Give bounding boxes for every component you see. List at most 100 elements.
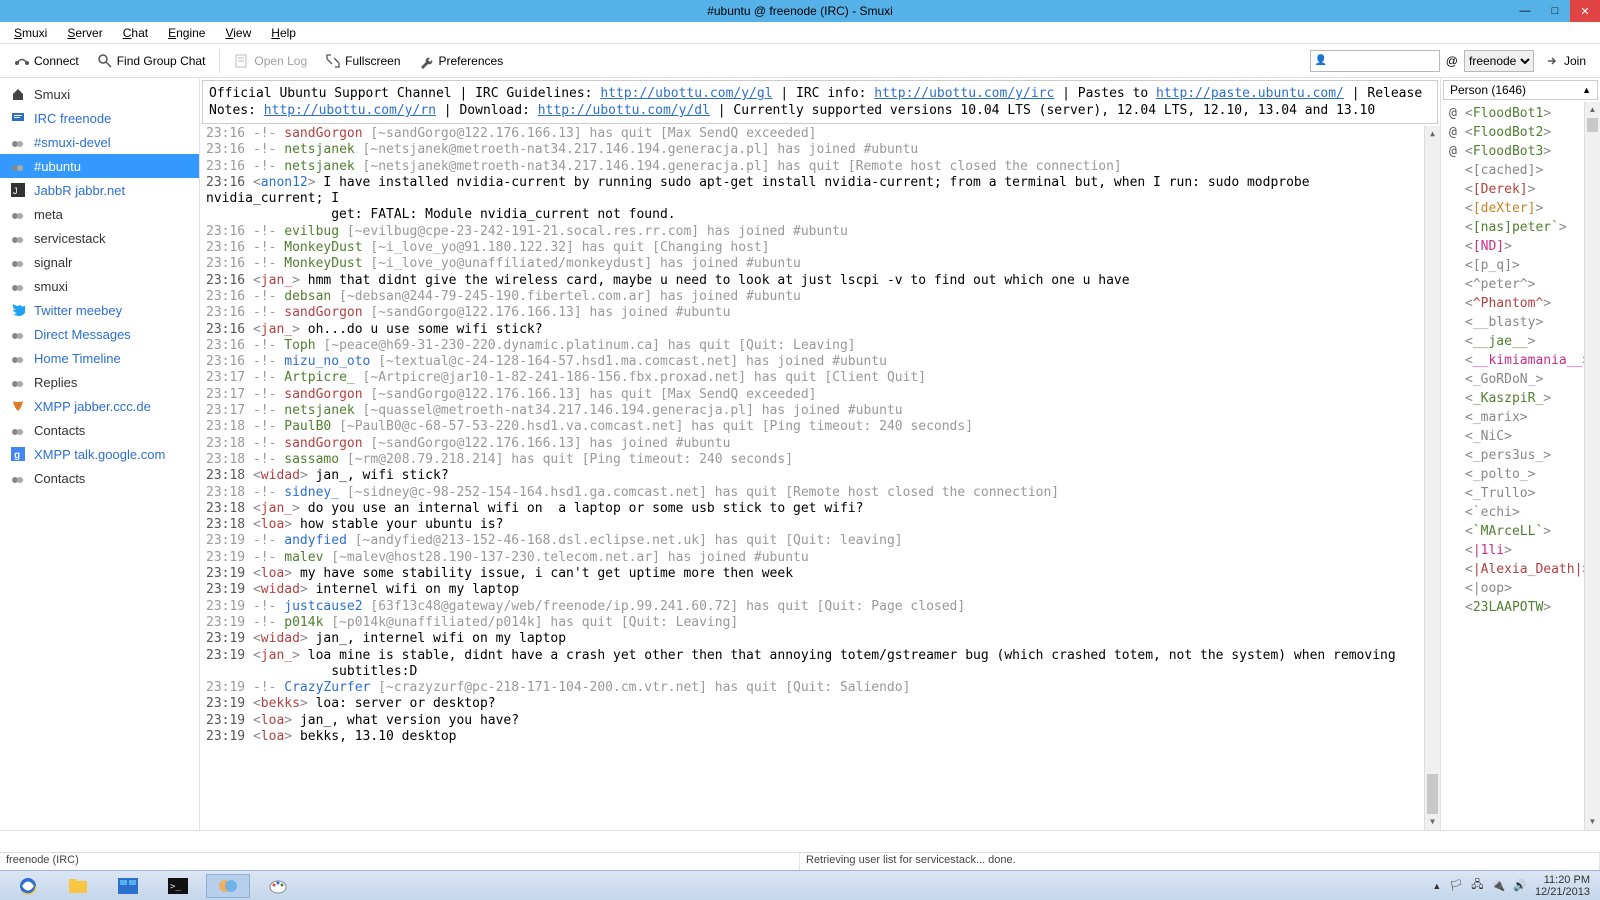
find-group-chat-button[interactable]: Find Group Chat	[89, 49, 214, 73]
sidebar-item[interactable]: Direct Messages	[0, 322, 199, 346]
tray-battery-icon[interactable]: 🔌	[1492, 879, 1506, 892]
user-row[interactable]: <`MArceLL`>	[1441, 522, 1600, 541]
topic-link[interactable]: http://paste.ubuntu.com/	[1156, 86, 1344, 101]
fullscreen-button[interactable]: Fullscreen	[317, 49, 408, 73]
user-row[interactable]: <__jae__>	[1441, 332, 1600, 351]
user-row[interactable]: <_pers3us_>	[1441, 446, 1600, 465]
scroll-thumb[interactable]	[1427, 774, 1438, 814]
user-row[interactable]: <[nas]peter`>	[1441, 218, 1600, 237]
sidebar-item[interactable]: Replies	[0, 370, 199, 394]
sidebar-item-label: Replies	[34, 375, 77, 390]
user-row[interactable]: @<FloodBot1>	[1441, 104, 1600, 123]
sidebar-item[interactable]: gXMPP talk.google.com	[0, 442, 199, 466]
user-list-header[interactable]: Person (1646) ▲	[1443, 80, 1598, 100]
tray-network-icon[interactable]: 🖧	[1471, 876, 1483, 895]
taskbar-app1[interactable]	[106, 874, 150, 898]
sidebar-item[interactable]: #smuxi-devel	[0, 130, 199, 154]
sidebar-item[interactable]: IRC freenode	[0, 106, 199, 130]
user-row[interactable]: <`echi>	[1441, 503, 1600, 522]
sidebar-item[interactable]: JJabbR jabbr.net	[0, 178, 199, 202]
user-row[interactable]: <__kimiamania__>	[1441, 351, 1600, 370]
sidebar-item[interactable]: XMPP jabber.ccc.de	[0, 394, 199, 418]
sidebar-item[interactable]: servicestack	[0, 226, 199, 250]
user-row[interactable]: <_NiC>	[1441, 427, 1600, 446]
user-row[interactable]: <^Phantom^>	[1441, 294, 1600, 313]
sidebar-item[interactable]: Smuxi	[0, 82, 199, 106]
user-row[interactable]: @<FloodBot2>	[1441, 123, 1600, 142]
taskbar-explorer[interactable]	[56, 874, 100, 898]
connect-button[interactable]: Connect	[6, 49, 87, 73]
sidebar-item[interactable]: meta	[0, 202, 199, 226]
user-row[interactable]: <_GoRDoN_>	[1441, 370, 1600, 389]
sidebar-item-label: Twitter meebey	[34, 303, 122, 318]
scroll-down-icon[interactable]: ▼	[1585, 814, 1600, 830]
people-icon	[10, 470, 26, 486]
close-button[interactable]: ✕	[1570, 0, 1600, 22]
scroll-up-icon[interactable]: ▲	[1585, 102, 1600, 118]
user-row[interactable]: <[p_q]>	[1441, 256, 1600, 275]
user-row[interactable]: <[ND]>	[1441, 237, 1600, 256]
chat-line: 23:19 <jan_> loa mine is stable, didnt h…	[206, 648, 1434, 681]
user-row[interactable]: <[cached]>	[1441, 161, 1600, 180]
topic-link[interactable]: http://ubottu.com/y/irc	[874, 86, 1054, 101]
user-row[interactable]: <|Alexia_Death|>	[1441, 560, 1600, 579]
network-select[interactable]: freenode	[1464, 50, 1534, 72]
user-row[interactable]: <[deXter]>	[1441, 199, 1600, 218]
user-row[interactable]: <_polto_>	[1441, 465, 1600, 484]
message-input[interactable]	[4, 833, 1596, 851]
chat-line: 23:18 -!- sassamo [~rm@208.79.218.214] h…	[206, 452, 1434, 468]
chat-line: 23:18 -!- PaulB0 [~PaulB0@c-68-57-53-220…	[206, 419, 1434, 435]
scroll-down-icon[interactable]: ▼	[1425, 814, 1440, 830]
menu-help[interactable]: Help	[263, 24, 304, 42]
scroll-up-icon[interactable]: ▲	[1425, 126, 1440, 142]
user-row[interactable]: <_marix>	[1441, 408, 1600, 427]
sidebar-item-label: Home Timeline	[34, 351, 121, 366]
user-row[interactable]: <__blasty>	[1441, 313, 1600, 332]
scroll-thumb[interactable]	[1587, 118, 1598, 132]
chat-log[interactable]: 23:16 -!- sandGorgon [~sandGorgo@122.176…	[200, 126, 1440, 830]
topic-link[interactable]: http://ubottu.com/y/gl	[600, 86, 772, 101]
maximize-button[interactable]: □	[1540, 0, 1570, 22]
user-search-input[interactable]: 👤	[1310, 50, 1440, 72]
open-log-button[interactable]: Open Log	[226, 49, 315, 73]
sidebar-item[interactable]: Contacts	[0, 418, 199, 442]
sidebar-item[interactable]: Twitter meebey	[0, 298, 199, 322]
topic-link[interactable]: http://ubottu.com/y/dl	[538, 103, 710, 118]
user-list[interactable]: @<FloodBot1>@<FloodBot2>@<FloodBot3><[ca…	[1441, 102, 1600, 830]
join-button[interactable]: Join	[1536, 49, 1594, 73]
sidebar-item[interactable]: Home Timeline	[0, 346, 199, 370]
tray-flag-icon[interactable]: 🏳	[1449, 879, 1463, 892]
userlist-scrollbar[interactable]: ▲ ▼	[1584, 102, 1600, 830]
taskbar-terminal[interactable]: >_	[156, 874, 200, 898]
chat-line: 23:19 <loa> bekks, 13.10 desktop	[206, 729, 1434, 745]
topic-link[interactable]: http://ubottu.com/y/rn	[264, 103, 436, 118]
menu-engine[interactable]: Engine	[160, 24, 213, 42]
sidebar-item[interactable]: signalr	[0, 250, 199, 274]
user-row[interactable]: @<FloodBot3>	[1441, 142, 1600, 161]
user-row[interactable]: <^peter^>	[1441, 275, 1600, 294]
taskbar-ie[interactable]	[6, 874, 50, 898]
taskbar-smuxi[interactable]	[206, 874, 250, 898]
menu-view[interactable]: View	[217, 24, 259, 42]
taskbar-paint[interactable]	[256, 874, 300, 898]
sidebar-item[interactable]: smuxi	[0, 274, 199, 298]
menu-chat[interactable]: Chat	[115, 24, 156, 42]
user-row[interactable]: <_Trullo>	[1441, 484, 1600, 503]
chat-scrollbar[interactable]: ▲ ▼	[1424, 126, 1440, 830]
preferences-button[interactable]: Preferences	[411, 49, 512, 73]
user-nick: <[ND]>	[1465, 239, 1512, 254]
taskbar-clock[interactable]: 11:20 PM 12/21/2013	[1535, 874, 1594, 898]
user-row[interactable]: <_KaszpiR_>	[1441, 389, 1600, 408]
chat-line: 23:16 -!- netsjanek [~netsjanek@metroeth…	[206, 159, 1434, 175]
sidebar-item[interactable]: Contacts	[0, 466, 199, 490]
user-row[interactable]: <|1li>	[1441, 541, 1600, 560]
menu-server[interactable]: Server	[59, 24, 110, 42]
sidebar-item[interactable]: #ubuntu	[0, 154, 199, 178]
tray-chevron-icon[interactable]: ▲	[1432, 881, 1441, 891]
user-row[interactable]: <|oop>	[1441, 579, 1600, 598]
minimize-button[interactable]: —	[1510, 0, 1540, 22]
tray-volume-icon[interactable]: 🔊	[1513, 879, 1527, 892]
user-row[interactable]: <23LAAPOTW>	[1441, 598, 1600, 617]
menu-smuxi[interactable]: Smuxi	[6, 24, 55, 42]
user-row[interactable]: <[Derek]>	[1441, 180, 1600, 199]
